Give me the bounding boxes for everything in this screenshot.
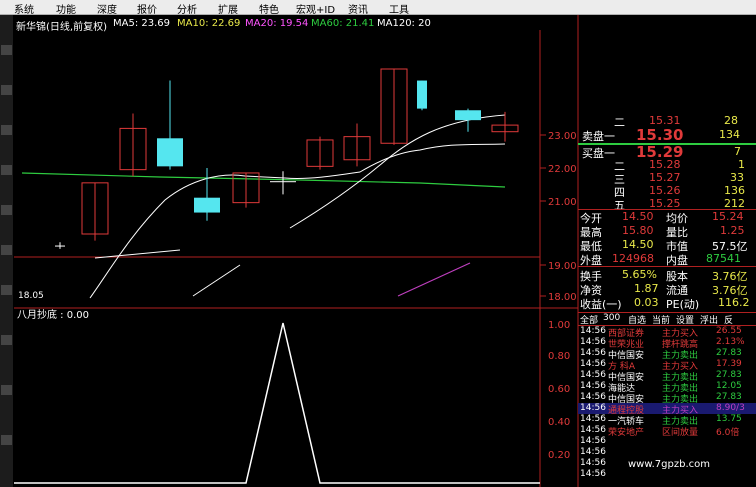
tick-row[interactable]: 14:56 方 科A 主力买入 17.39 [578, 359, 756, 372]
sell-2-vol: 28 [724, 114, 738, 127]
stat-value: 116.2 [718, 296, 750, 309]
tick-row[interactable]: 14:56 世荣兆业 撑杆跳高 2.13% [578, 337, 756, 350]
tick-time: 14:56 [580, 458, 606, 468]
indicator-tick: 0.80 [548, 351, 570, 362]
buy-2-price: 15.28 [649, 158, 681, 171]
tick-row[interactable]: 14:56 一汽轿车 主力卖出 13.75 [578, 414, 756, 427]
ma20-line [192, 264, 241, 297]
indicator-tick: 0.20 [548, 450, 570, 461]
ma5-line-b [289, 114, 506, 229]
ma120-line [397, 262, 471, 297]
tick-row[interactable]: 14:56 中信国安 主力卖出 27.83 [578, 348, 756, 361]
tick-value: 12.05 [716, 381, 742, 391]
tick-row[interactable]: 14:56 中信国安 主力卖出 27.83 [578, 392, 756, 405]
tick-row[interactable]: 14:56 中信国安 主力卖出 27.83 [578, 370, 756, 383]
indicator-tick: 0.60 [548, 384, 570, 395]
tick-time: 14:56 [580, 348, 606, 358]
candle-body [455, 110, 481, 121]
sell-1-vol: 134 [719, 128, 740, 141]
candle-body [194, 197, 220, 213]
tick-row[interactable]: 14:56 荣安地产 区间放量 6.0倍 [578, 425, 756, 438]
candle-body [417, 80, 427, 109]
tick-time: 14:56 [580, 425, 606, 435]
stat-value: 15.24 [712, 210, 744, 223]
tick-row[interactable]: 14:56 [578, 469, 756, 480]
tab-all[interactable]: 全部 [580, 313, 598, 326]
indicator-tick: 1.00 [548, 320, 570, 331]
tick-value: 26.55 [716, 326, 742, 336]
tick-time: 14:56 [580, 414, 606, 424]
tick-value: 27.83 [716, 348, 742, 358]
tick-time: 14:56 [580, 381, 606, 391]
tick-row[interactable]: 14:56 西部证券 主力买入 26.55 [578, 326, 756, 339]
sell-2-label: 二 [614, 116, 625, 129]
price-tick: 23.00 [548, 131, 577, 142]
stat-label: 收益(一) [580, 298, 622, 311]
price-tick: 19.00 [548, 261, 577, 272]
candle-body [157, 138, 183, 167]
stat-value: 5.65% [622, 268, 657, 281]
tick-value: 17.39 [716, 359, 742, 369]
stat-value: 124968 [612, 252, 654, 265]
price-tick: 22.00 [548, 164, 577, 175]
tick-time: 14:56 [580, 392, 606, 402]
price-tick: 21.00 [548, 197, 577, 208]
tab-current[interactable]: 当前 [652, 313, 670, 326]
buy-2-vol: 1 [738, 158, 745, 171]
tick-row[interactable]: 14:56 [578, 436, 756, 447]
buy-3-vol: 33 [730, 171, 744, 184]
tab-float[interactable]: 浮出 [700, 313, 718, 326]
low-price-marker: 18.05 [18, 291, 44, 301]
stat-value: 15.80 [622, 224, 654, 237]
tab-watchlist[interactable]: 自选 [628, 313, 646, 326]
stat-value: 14.50 [622, 210, 654, 223]
indicator-label: 八月抄底 : 0.00 [17, 308, 89, 321]
stat-label: PE(动) [666, 298, 700, 311]
tick-time: 14:56 [580, 359, 606, 369]
candles-group [55, 68, 519, 249]
stat-value: 87541 [706, 252, 741, 265]
candle-body [55, 245, 65, 247]
ma60-line [21, 172, 506, 188]
tick-time: 14:56 [580, 337, 606, 347]
tick-row[interactable]: 14:56 海能达 主力卖出 12.05 [578, 381, 756, 394]
tab-settings[interactable]: 设置 [676, 313, 694, 326]
tick-row[interactable]: 14:56 通程控股 主力买入 8.90/3 [578, 403, 756, 416]
tick-time: 14:56 [580, 403, 606, 413]
buy-4-price: 15.26 [649, 184, 681, 197]
stats-table: 今开 14.50 均价 15.24 最高 15.80 量比 1.25 最低 14… [578, 210, 756, 314]
tick-value: 27.83 [716, 370, 742, 380]
tick-tabs: 全部 300 自选 当前 设置 浮出 反 [578, 312, 756, 326]
stat-value: 14.50 [622, 238, 654, 251]
candle-body [270, 181, 296, 183]
tick-time: 14:56 [580, 326, 606, 336]
price-axis: 23.00 22.00 21.00 19.00 18.00 [540, 131, 577, 303]
tick-row[interactable]: 14:56 [578, 458, 756, 469]
stat-value: 1.87 [634, 282, 659, 295]
stat-value: 0.03 [634, 296, 659, 309]
indicator-axis: 1.00 0.80 0.60 0.40 0.20 [548, 320, 570, 461]
indicator-line [14, 322, 540, 484]
tick-row[interactable]: 14:56 [578, 447, 756, 458]
buy-1-label: 买盘一 [582, 147, 615, 160]
tab-300[interactable]: 300 [603, 313, 620, 323]
tab-reverse[interactable]: 反 [724, 313, 733, 326]
indicator-tick: 0.40 [548, 417, 570, 428]
buy-1-vol: 7 [734, 145, 741, 158]
buy-4-vol: 136 [724, 184, 745, 197]
tick-time: 14:56 [580, 469, 606, 479]
price-tick: 18.00 [548, 292, 577, 303]
buy-3-price: 15.27 [649, 171, 681, 184]
sell-1-label: 卖盘一 [582, 130, 615, 143]
tick-time: 14:56 [580, 370, 606, 380]
tick-value: 8.90/3 [716, 403, 745, 413]
tick-value: 27.83 [716, 392, 742, 402]
tick-value: 13.75 [716, 414, 742, 424]
tick-time: 14:56 [580, 436, 606, 446]
stat-value: 1.25 [720, 224, 745, 237]
tick-value: 2.13% [716, 337, 745, 347]
sell-1-price: 15.30 [636, 126, 684, 144]
tick-time: 14:56 [580, 447, 606, 457]
